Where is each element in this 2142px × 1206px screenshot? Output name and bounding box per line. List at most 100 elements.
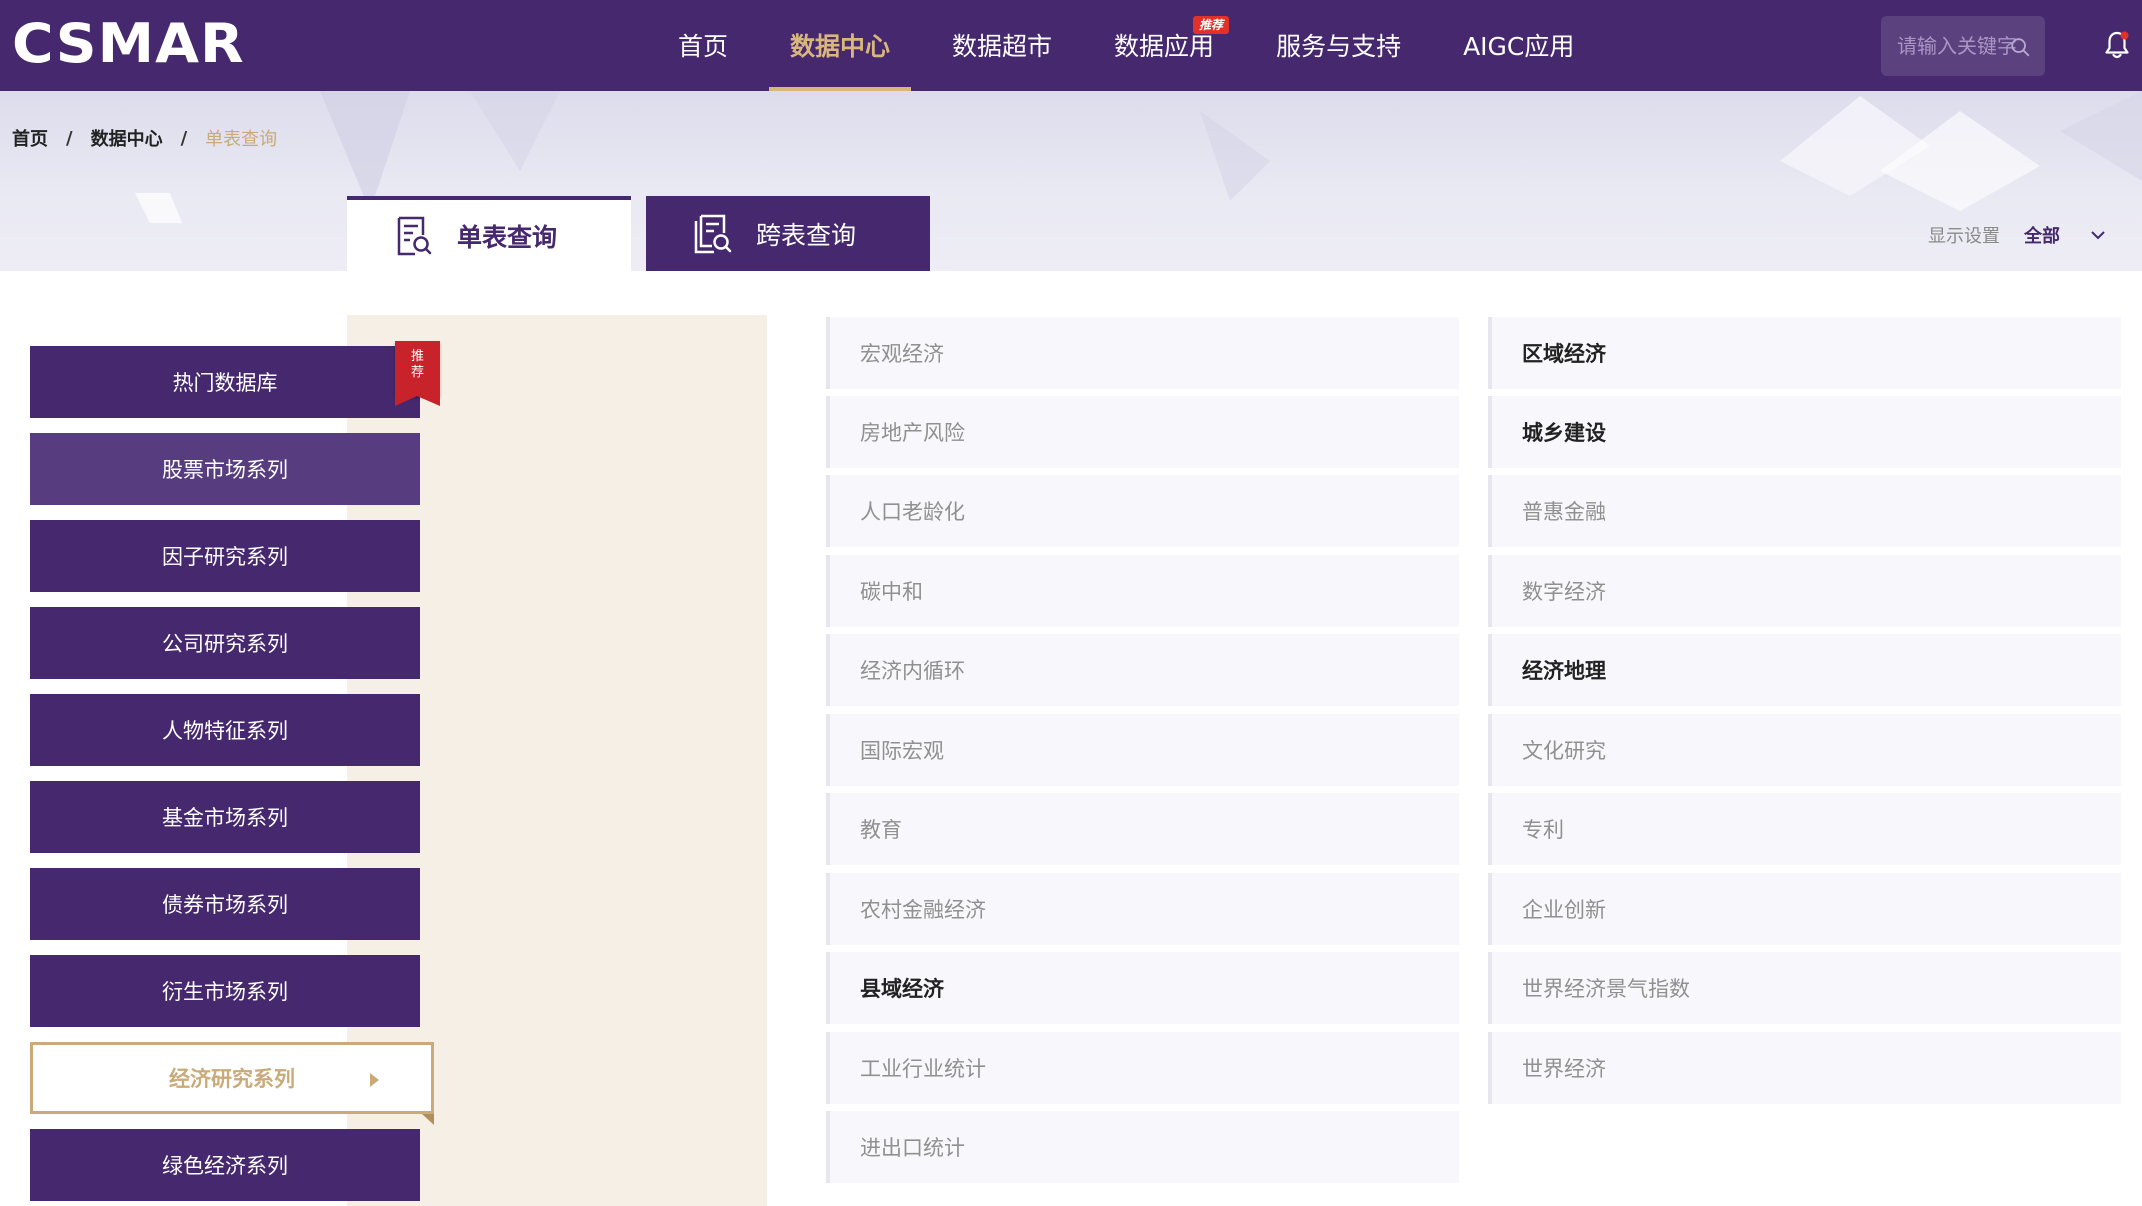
category-label: 国际宏观 <box>860 739 944 763</box>
top-nav-bar: CSMAR 首页 数据中心 数据超市 数据应用 推荐 服务与支持 AIGC应用 <box>0 0 2142 91</box>
tab-label: 单表查询 <box>457 222 558 252</box>
multi-table-search-icon <box>694 214 732 253</box>
category-item[interactable]: 宏观经济 <box>826 317 1459 389</box>
ribbon-char: 荐 <box>410 365 424 380</box>
breadcrumb: 首页 / 数据中心 / 单表查询 <box>12 125 277 151</box>
sidebar-item-label: 人物特征系列 <box>162 719 288 743</box>
nav-item-label: 数据超市 <box>952 32 1053 61</box>
sidebar-item-label: 绿色经济系列 <box>162 1154 288 1178</box>
category-item[interactable]: 碳中和 <box>826 555 1459 627</box>
sidebar-item-green-economy[interactable]: 绿色经济系列 <box>30 1129 420 1201</box>
nav-item-data-market[interactable]: 数据超市 <box>931 0 1073 91</box>
nav-item-service-support[interactable]: 服务与支持 <box>1255 0 1422 91</box>
category-item[interactable]: 世界经济景气指数 <box>1488 952 2121 1024</box>
category-item[interactable]: 数字经济 <box>1488 555 2121 627</box>
category-label: 经济地理 <box>1522 659 1606 683</box>
category-item[interactable]: 文化研究 <box>1488 714 2121 786</box>
nav-item-label: 数据应用 <box>1114 32 1215 61</box>
breadcrumb-separator: / <box>180 127 188 149</box>
ribbon-char: 推 <box>410 349 424 364</box>
tab-label: 跨表查询 <box>756 220 857 250</box>
category-label: 宏观经济 <box>860 342 944 366</box>
category-label: 人口老龄化 <box>860 500 965 524</box>
category-label: 房地产风险 <box>860 421 965 445</box>
category-item[interactable]: 城乡建设 <box>1488 396 2121 468</box>
sidebar-item-label: 热门数据库 <box>172 371 278 395</box>
category-label: 普惠金融 <box>1522 500 1606 524</box>
main-nav: 首页 数据中心 数据超市 数据应用 推荐 服务与支持 AIGC应用 <box>657 0 1615 91</box>
sidebar-item-hot-databases[interactable]: 热门数据库 <box>30 346 420 418</box>
search-input[interactable] <box>1897 30 2017 62</box>
category-item[interactable]: 世界经济 <box>1488 1032 2121 1104</box>
category-label: 县域经济 <box>860 977 944 1001</box>
category-label: 城乡建设 <box>1522 421 1606 445</box>
breadcrumb-current: 单表查询 <box>205 129 278 150</box>
category-item[interactable]: 经济内循环 <box>826 634 1459 706</box>
category-item[interactable]: 国际宏观 <box>826 714 1459 786</box>
category-item[interactable]: 农村金融经济 <box>826 873 1459 945</box>
table-search-icon <box>397 216 432 255</box>
sidebar-item-person-characteristics[interactable]: 人物特征系列 <box>30 694 420 766</box>
tab-cross-table-query[interactable]: 跨表查询 <box>646 196 930 271</box>
sidebar-item-derivatives-market[interactable]: 衍生市场系列 <box>30 955 420 1027</box>
category-item[interactable]: 教育 <box>826 793 1459 865</box>
sidebar-item-factor-research[interactable]: 因子研究系列 <box>30 520 420 592</box>
breadcrumb-data-center[interactable]: 数据中心 <box>91 125 163 151</box>
nav-item-aigc-apps[interactable]: AIGC应用 <box>1442 0 1595 91</box>
hero-banner <box>0 91 2142 271</box>
recommend-badge: 推荐 <box>1193 16 1230 34</box>
nav-item-home[interactable]: 首页 <box>657 0 749 91</box>
breadcrumb-separator: / <box>66 127 73 149</box>
breadcrumb-home[interactable]: 首页 <box>12 125 48 151</box>
recommend-ribbon: 推 荐 <box>395 341 440 406</box>
category-item[interactable]: 区域经济 <box>1488 317 2121 389</box>
sidebar-item-stock-market[interactable]: 股票市场系列 <box>30 433 420 505</box>
category-label: 世界经济景气指数 <box>1522 977 1690 1001</box>
category-item[interactable]: 人口老龄化 <box>826 475 1459 547</box>
category-label: 教育 <box>860 818 902 842</box>
bell-icon[interactable] <box>2103 30 2131 60</box>
category-label: 农村金融经济 <box>860 898 986 922</box>
search-box <box>1881 16 2045 76</box>
sidebar-item-company-research[interactable]: 公司研究系列 <box>30 607 420 679</box>
category-label: 进出口统计 <box>860 1136 965 1160</box>
sidebar-item-label: 经济研究系列 <box>169 1067 295 1091</box>
category-item[interactable]: 普惠金融 <box>1488 475 2121 547</box>
sidebar-item-bond-market[interactable]: 债券市场系列 <box>30 868 420 940</box>
sidebar-item-label: 股票市场系列 <box>162 458 288 482</box>
nav-item-label: 数据中心 <box>790 32 891 61</box>
category-label: 碳中和 <box>860 580 923 604</box>
category-label: 区域经济 <box>1522 342 1606 366</box>
category-label: 工业行业统计 <box>860 1057 986 1081</box>
category-item[interactable]: 经济地理 <box>1488 634 2121 706</box>
nav-item-label: AIGC应用 <box>1463 32 1575 61</box>
csmar-logo[interactable]: CSMAR <box>12 14 245 74</box>
chevron-down-icon[interactable] <box>2090 230 2106 240</box>
category-item[interactable]: 县域经济 <box>826 952 1459 1024</box>
sidebar-item-label: 衍生市场系列 <box>162 980 288 1004</box>
nav-item-data-center[interactable]: 数据中心 <box>769 0 912 91</box>
sidebar-item-label: 基金市场系列 <box>162 806 288 830</box>
nav-item-data-apps[interactable]: 数据应用 推荐 <box>1093 0 1235 91</box>
category-label: 企业创新 <box>1522 898 1606 922</box>
category-item[interactable]: 专利 <box>1488 793 2121 865</box>
sidebar-item-economic-research[interactable]: 经济研究系列 <box>30 1042 434 1125</box>
search-icon[interactable] <box>2009 36 2031 58</box>
hero-decoration <box>135 91 2142 223</box>
category-item[interactable]: 房地产风险 <box>826 396 1459 468</box>
category-label: 数字经济 <box>1522 580 1606 604</box>
sidebar-item-label: 债券市场系列 <box>162 893 288 917</box>
category-item[interactable]: 企业创新 <box>1488 873 2121 945</box>
category-item[interactable]: 工业行业统计 <box>826 1032 1459 1104</box>
nav-item-label: 服务与支持 <box>1276 32 1402 61</box>
display-settings-value: 全部 <box>2024 226 2060 247</box>
nav-item-label: 首页 <box>678 32 729 61</box>
display-settings[interactable]: 显示设置 全部 <box>1928 222 2106 248</box>
caret-right-icon <box>370 1073 379 1087</box>
category-item[interactable]: 进出口统计 <box>826 1111 1459 1183</box>
sidebar-item-fund-market[interactable]: 基金市场系列 <box>30 781 420 853</box>
sidebar-item-label: 因子研究系列 <box>162 545 288 569</box>
tab-single-table-query[interactable]: 单表查询 <box>347 196 631 271</box>
display-settings-label: 显示设置 <box>1928 226 2000 247</box>
category-label: 专利 <box>1522 818 1564 842</box>
